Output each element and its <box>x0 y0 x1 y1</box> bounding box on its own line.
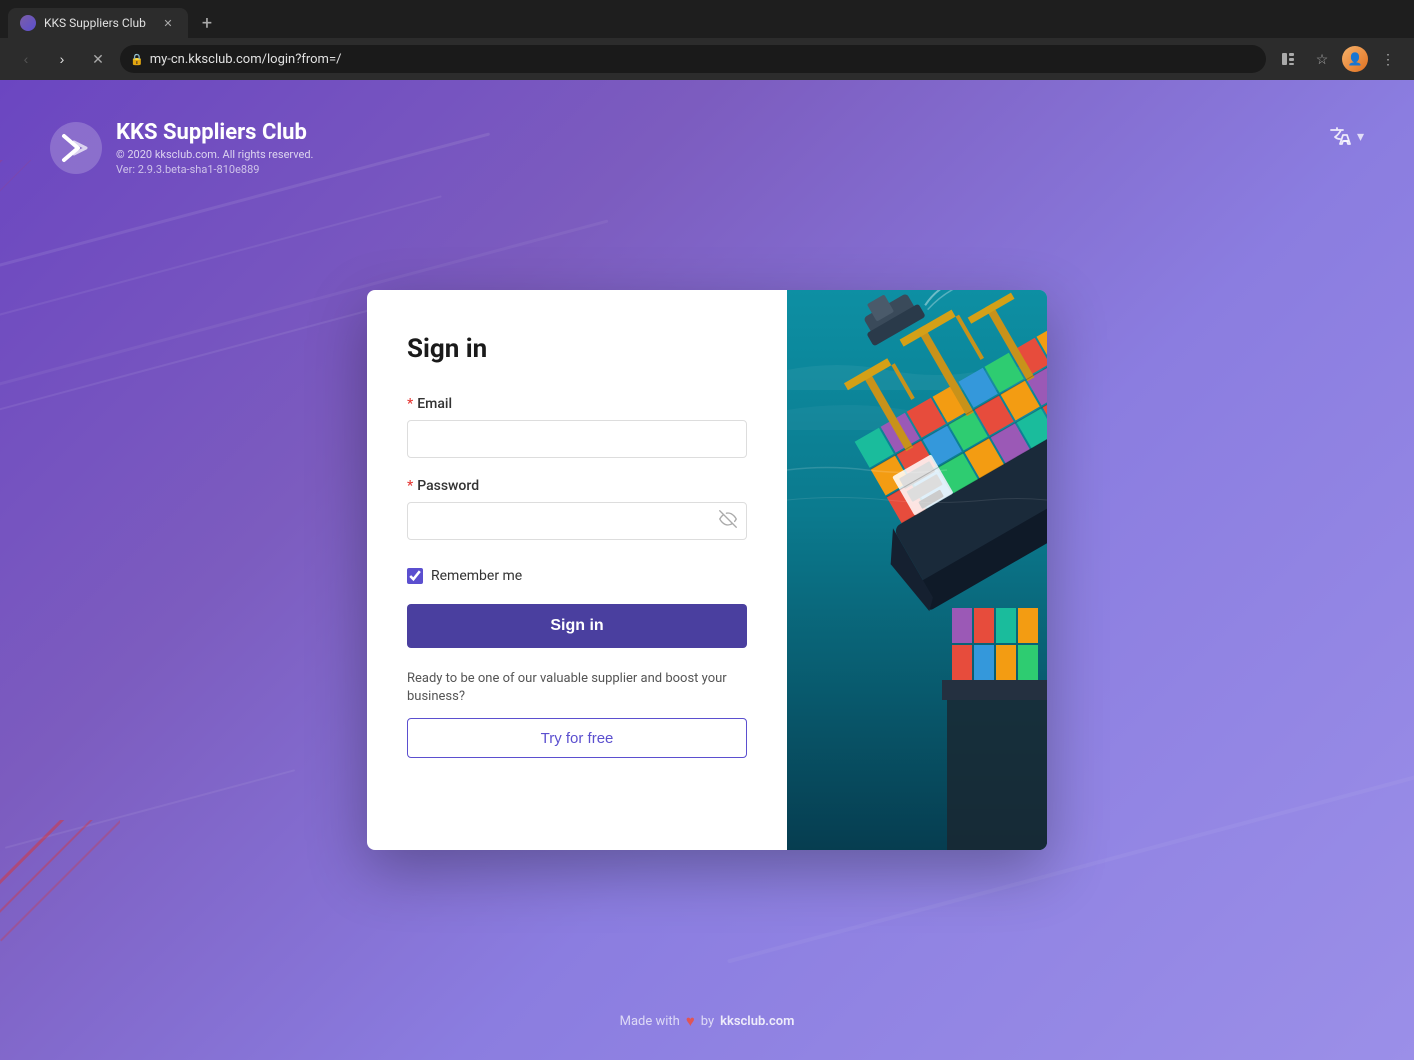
page-content: KKS Suppliers Club © 2020 kksclub.com. A… <box>0 80 1414 1060</box>
sign-in-button[interactable]: Sign in <box>407 604 747 648</box>
password-wrapper <box>407 502 747 540</box>
back-button[interactable]: ‹ <box>12 45 40 73</box>
try-for-free-button[interactable]: Try for free <box>407 718 747 758</box>
remember-me-checkbox[interactable] <box>407 568 423 584</box>
cta-text: Ready to be one of our valuable supplier… <box>407 670 747 706</box>
footer: Made with ♥ by kksclub.com <box>620 1012 795 1030</box>
tab-favicon <box>20 15 36 31</box>
email-input[interactable] <box>407 420 747 458</box>
lock-icon: 🔒 <box>130 53 144 66</box>
email-required-star: * <box>407 396 413 412</box>
password-input[interactable] <box>407 502 747 540</box>
logo-icon <box>50 122 102 174</box>
footer-by: by <box>701 1014 714 1029</box>
password-toggle-icon[interactable] <box>719 510 737 532</box>
browser-tabs: KKS Suppliers Club ✕ + <box>0 0 1414 38</box>
tab-close-button[interactable]: ✕ <box>160 15 176 31</box>
password-field-group: * Password <box>407 478 747 540</box>
translate-button[interactable]: ▾ <box>1329 125 1364 149</box>
login-card: Sign in * Email * Password <box>367 290 1047 850</box>
translate-arrow: ▾ <box>1357 129 1364 145</box>
image-panel <box>787 290 1047 850</box>
profile-button[interactable]: 👤 <box>1342 46 1368 72</box>
menu-button[interactable]: ⋮ <box>1374 45 1402 73</box>
remember-me-label[interactable]: Remember me <box>431 568 522 584</box>
url-text: my-cn.kksclub.com/login?from=/ <box>150 52 1256 67</box>
password-label: * Password <box>407 478 747 494</box>
footer-brand: kksclub.com <box>720 1014 794 1029</box>
new-tab-button[interactable]: + <box>192 8 222 38</box>
password-required-star: * <box>407 478 413 494</box>
browser-toolbar: ‹ › ✕ 🔒 my-cn.kksclub.com/login?from=/ ☆… <box>0 38 1414 80</box>
forward-button[interactable]: › <box>48 45 76 73</box>
container-ship-image <box>787 290 1047 850</box>
form-panel: Sign in * Email * Password <box>367 290 787 850</box>
ship-svg <box>787 290 1047 850</box>
address-bar[interactable]: 🔒 my-cn.kksclub.com/login?from=/ <box>120 45 1266 73</box>
logo-version: Ver: 2.9.3.beta-sha1-810e889 <box>116 163 313 176</box>
browser-actions: ☆ 👤 ⋮ <box>1274 45 1402 73</box>
footer-made-with: Made with <box>620 1014 680 1029</box>
active-tab[interactable]: KKS Suppliers Club ✕ <box>8 8 188 38</box>
logo-area: KKS Suppliers Club © 2020 kksclub.com. A… <box>50 120 313 176</box>
bookmark-button[interactable]: ☆ <box>1308 45 1336 73</box>
email-label: * Email <box>407 396 747 412</box>
remember-me-row: Remember me <box>407 568 747 584</box>
tab-title: KKS Suppliers Club <box>44 16 152 30</box>
logo-text: KKS Suppliers Club © 2020 kksclub.com. A… <box>116 120 313 176</box>
refresh-button[interactable]: ✕ <box>84 45 112 73</box>
logo-title: KKS Suppliers Club <box>116 120 313 146</box>
browser-chrome: KKS Suppliers Club ✕ + ‹ › ✕ 🔒 my-cn.kks… <box>0 0 1414 80</box>
reader-mode-button[interactable] <box>1274 45 1302 73</box>
logo-copyright: © 2020 kksclub.com. All rights reserved. <box>116 148 313 161</box>
email-field-group: * Email <box>407 396 747 458</box>
form-title: Sign in <box>407 334 747 364</box>
footer-heart: ♥ <box>686 1012 695 1030</box>
